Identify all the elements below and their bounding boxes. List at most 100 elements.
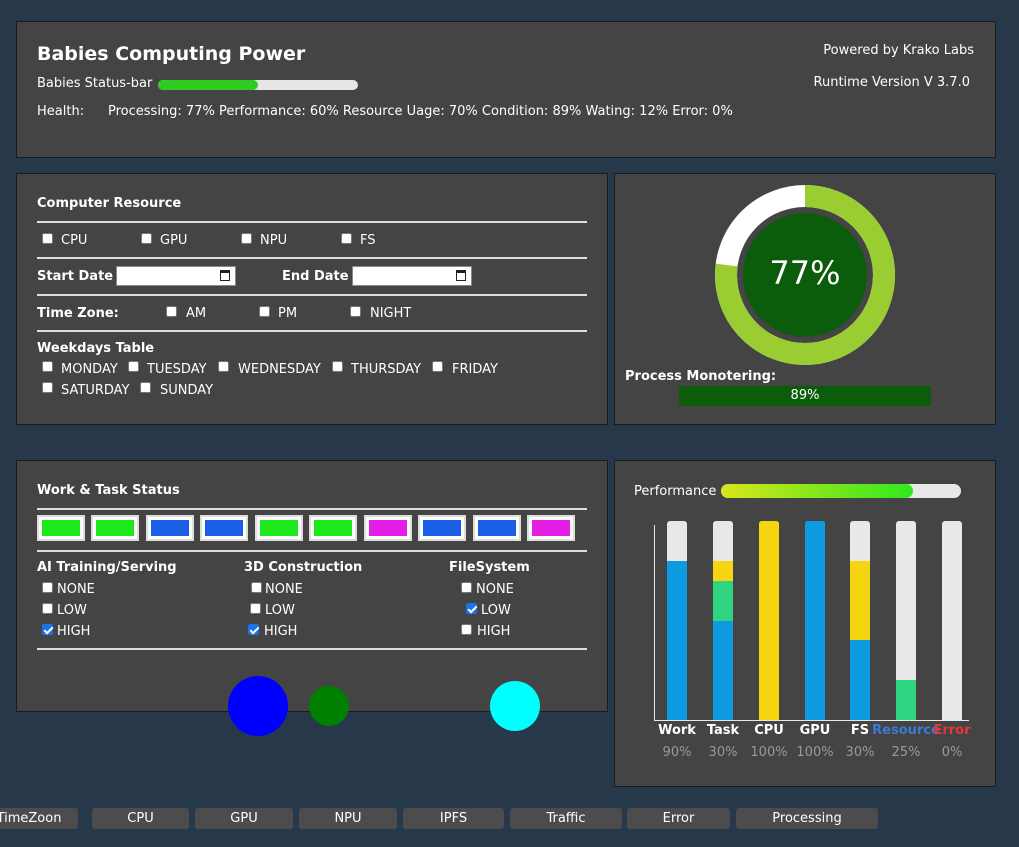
- runtime-version: Runtime Version V 3.7.0: [813, 75, 970, 90]
- swatch-fill: [478, 520, 516, 536]
- bar-resource: [896, 521, 916, 720]
- checkbox-fs[interactable]: [341, 233, 352, 244]
- health-label: Health:: [37, 104, 85, 119]
- tab-error[interactable]: Error: [627, 808, 730, 829]
- calendar-icon[interactable]: [220, 270, 230, 281]
- start-date-input[interactable]: [116, 266, 236, 286]
- work-task-title: Work & Task Status: [37, 483, 180, 498]
- checkbox-sunday[interactable]: [140, 382, 151, 393]
- divider: [37, 330, 587, 332]
- status-swatch: [37, 515, 85, 541]
- label-fs-high: HIGH: [477, 624, 511, 639]
- swatch-fill: [314, 520, 352, 536]
- divider: [37, 294, 587, 296]
- chart-axis-y: [654, 525, 655, 720]
- swatch-fill: [42, 520, 80, 536]
- checkbox-fs-low[interactable]: [466, 603, 477, 614]
- checkbox-friday[interactable]: [432, 361, 443, 372]
- checkbox-fs-high[interactable]: [461, 624, 472, 635]
- label-ai-none: NONE: [57, 582, 95, 597]
- performance-label: Performance: [634, 484, 717, 499]
- bar-work: [667, 521, 687, 720]
- status-swatch: [418, 515, 466, 541]
- checkbox-monday[interactable]: [42, 361, 53, 372]
- label-fs-none: NONE: [476, 582, 514, 597]
- label-saturday: SATURDAY: [61, 383, 130, 398]
- swatch-fill: [423, 520, 461, 536]
- tick-label-error: Error: [933, 723, 971, 738]
- tab-cpu[interactable]: CPU: [92, 808, 189, 829]
- label-tuesday: TUESDAY: [147, 362, 207, 377]
- label-fs-low: LOW: [481, 603, 511, 618]
- tab-traffic[interactable]: Traffic: [510, 808, 622, 829]
- checkbox-fs-none[interactable]: [461, 582, 472, 593]
- bar-segment: [713, 620, 733, 720]
- divider: [37, 550, 587, 552]
- header-panel: Babies Computing Power Powered by Krako …: [16, 21, 996, 158]
- group-title-fs: FileSystem: [449, 560, 530, 575]
- bar-fs: [850, 521, 870, 720]
- divider: [37, 508, 587, 510]
- checkbox-3d-none[interactable]: [251, 582, 262, 593]
- checkbox-ai-low[interactable]: [42, 603, 53, 614]
- tab-ipfs[interactable]: IPFS: [403, 808, 504, 829]
- checkbox-am[interactable]: [166, 306, 177, 317]
- bar-segment: [896, 680, 916, 720]
- label-npu: NPU: [260, 233, 288, 248]
- performance-bar: [721, 484, 961, 498]
- swatch-fill: [151, 520, 189, 536]
- tab-timezoon[interactable]: TimeZoon: [0, 808, 78, 829]
- process-bar: 89%: [679, 386, 931, 406]
- status-circle-green: [309, 686, 349, 726]
- tab-label: Processing: [772, 811, 842, 826]
- tab-npu[interactable]: NPU: [299, 808, 397, 829]
- checkbox-3d-high[interactable]: [248, 624, 259, 635]
- checkbox-gpu[interactable]: [141, 233, 152, 244]
- status-swatch: [146, 515, 194, 541]
- tab-label: CPU: [127, 811, 154, 826]
- tab-label: IPFS: [439, 811, 468, 826]
- divider: [37, 648, 587, 650]
- label-wednesday: WEDNESDAY: [238, 362, 321, 377]
- checkbox-ai-high[interactable]: [42, 624, 53, 635]
- checkbox-thursday[interactable]: [332, 361, 343, 372]
- end-date-input[interactable]: [352, 266, 472, 286]
- checkbox-wednesday[interactable]: [218, 361, 229, 372]
- checkbox-night[interactable]: [350, 306, 361, 317]
- bar-segment: [713, 580, 733, 621]
- bar-segment: [759, 521, 779, 720]
- bar-segment: [850, 640, 870, 720]
- calendar-icon[interactable]: [456, 270, 466, 281]
- tab-processing[interactable]: Processing: [736, 808, 878, 829]
- status-swatch: [255, 515, 303, 541]
- group-title-ai: AI Training/Serving: [37, 560, 177, 575]
- ring-percent: 77%: [769, 254, 841, 292]
- status-swatch: [527, 515, 575, 541]
- label-night: NIGHT: [370, 306, 412, 321]
- data-label-fs: 30%: [845, 745, 875, 760]
- resource-title: Computer Resource: [37, 196, 182, 211]
- checkbox-saturday[interactable]: [42, 382, 53, 393]
- time-zone-label: Time Zone:: [37, 306, 119, 321]
- label-sunday: SUNDAY: [160, 383, 214, 398]
- swatch-fill: [532, 520, 570, 536]
- data-label-resource: 25%: [891, 745, 921, 760]
- data-label-error: 0%: [941, 745, 963, 760]
- label-3d-none: NONE: [265, 582, 303, 597]
- checkbox-pm[interactable]: [259, 306, 270, 317]
- status-bar-fill: [158, 80, 258, 90]
- start-date-label: Start Date: [37, 269, 114, 284]
- bar-task: [713, 521, 733, 720]
- checkbox-tuesday[interactable]: [128, 361, 139, 372]
- tab-gpu[interactable]: GPU: [195, 808, 293, 829]
- checkbox-npu[interactable]: [241, 233, 252, 244]
- checkbox-ai-none[interactable]: [42, 582, 53, 593]
- swatch-fill: [260, 520, 298, 536]
- status-swatch: [309, 515, 357, 541]
- checkbox-3d-low[interactable]: [250, 603, 261, 614]
- divider: [37, 257, 587, 259]
- process-monitor-label: Process Monotering:: [625, 369, 777, 384]
- bar-cpu: [759, 521, 779, 720]
- weekdays-title: Weekdays Table: [37, 341, 155, 356]
- checkbox-cpu[interactable]: [42, 233, 53, 244]
